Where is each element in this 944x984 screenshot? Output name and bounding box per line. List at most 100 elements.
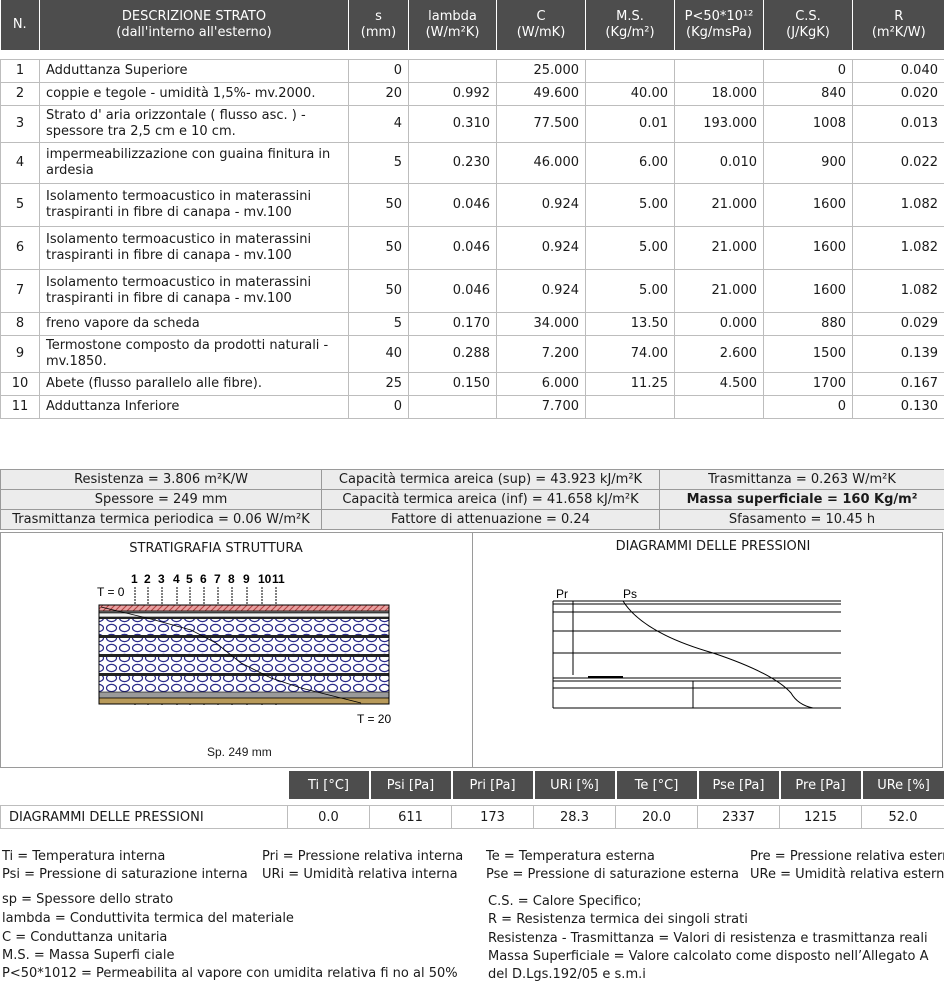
capacita-sup-value: Capacità termica areica (sup) = 43.923 k… [322, 470, 660, 490]
col-r: R(m²K/W) [853, 0, 944, 50]
layer-r-cell: 0.029 [853, 313, 944, 336]
layer-c-cell: 77.500 [497, 106, 586, 143]
layer-cs-cell: 0 [764, 396, 853, 419]
layer-number-label: 1 [131, 572, 138, 586]
layer-r-cell: 0.020 [853, 83, 944, 106]
pre-value: 1215 [780, 806, 862, 829]
pr-label: Pr [556, 587, 568, 601]
layer-ms-cell: 13.50 [586, 313, 675, 336]
table-header-row: N. DESCRIZIONE STRATO(dall'interno all'e… [1, 0, 944, 50]
layer-number-label: 8 [228, 572, 235, 586]
layer-number-label: 6 [200, 572, 207, 586]
layer-p-cell: 4.500 [675, 373, 764, 396]
layer-p-cell: 21.000 [675, 270, 764, 313]
layer-number-label: 9 [243, 572, 250, 586]
pressure-row-label: DIAGRAMMI DELLE PRESSIONI [1, 806, 288, 829]
layer-numbers: 1234567891011 [131, 572, 285, 586]
layer-s-cell: 20 [349, 83, 409, 106]
layer-desc-cell: Isolamento termoacustico in materassini … [40, 270, 349, 313]
layer-cs-cell: 880 [764, 313, 853, 336]
layer-cs-cell: 840 [764, 83, 853, 106]
col-descrizione: DESCRIZIONE STRATO(dall'interno all'este… [40, 0, 349, 50]
layer-c-cell: 34.000 [497, 313, 586, 336]
layer-p-cell: 21.000 [675, 227, 764, 270]
layers-body: 1Adduttanza Superiore025.00000.0402coppi… [1, 50, 944, 419]
diagrams-panel: STRATIGRAFIA STRUTTURA DIAGRAMMI DELLE P… [0, 532, 943, 768]
t-outside-label: T = 20 [357, 712, 391, 726]
col-p: P<50*10¹²(Kg/msPa) [675, 0, 764, 50]
layer-p-cell: 2.600 [675, 336, 764, 373]
layer-row: 4impermeabilizzazione con guaina finitur… [1, 143, 944, 184]
layer-row: 2coppie e tegole - umidità 1,5%- mv.2000… [1, 83, 944, 106]
massa-superficiale-value: Massa superficiale = 160 Kg/m² [660, 490, 944, 510]
layer-r-cell: 0.040 [853, 60, 944, 83]
legend-p: P<50*1012 = Permeabilita al vapore con u… [2, 965, 458, 983]
layer-cs-cell: 1500 [764, 336, 853, 373]
layer-n-cell: 11 [1, 396, 40, 419]
layer-cs-cell: 1700 [764, 373, 853, 396]
legend-massa: Massa Superficiale = Valore calcolato co… [488, 948, 928, 966]
col-psi: Psi [Pa] [370, 771, 452, 799]
layer-c-cell: 6.000 [497, 373, 586, 396]
layer-n-cell: 4 [1, 143, 40, 184]
layer-s-cell: 5 [349, 143, 409, 184]
layer-ms-cell [586, 396, 675, 419]
layer-ms-cell: 0.01 [586, 106, 675, 143]
legend-ure: URe = Umidità relativa esterna [750, 866, 944, 884]
layer-r-cell: 0.013 [853, 106, 944, 143]
layer-ms-cell: 5.00 [586, 184, 675, 227]
pse-value: 2337 [698, 806, 780, 829]
layer-p-cell: 0.000 [675, 313, 764, 336]
layer-number-label: 10 [258, 572, 272, 586]
layer-row: 8freno vapore da scheda50.17034.00013.50… [1, 313, 944, 336]
col-pse: Pse [Pa] [698, 771, 780, 799]
layer-row: 5Isolamento termoacustico in materassini… [1, 184, 944, 227]
layer-number-label: 11 [272, 572, 285, 586]
layer-p-cell: 0.010 [675, 143, 764, 184]
layer-number-label: 3 [158, 572, 165, 586]
layer-r-cell: 1.082 [853, 227, 944, 270]
layer-n-cell: 2 [1, 83, 40, 106]
layer-lambda-cell [409, 60, 497, 83]
ti-value: 0.0 [288, 806, 370, 829]
layer-ms-cell [586, 60, 675, 83]
ps-label: Ps [623, 587, 637, 601]
layer-n-cell: 7 [1, 270, 40, 313]
col-c: C(W/mK) [497, 0, 586, 50]
layer-n-cell: 8 [1, 313, 40, 336]
layer-r-cell: 1.082 [853, 184, 944, 227]
layer-s-cell: 25 [349, 373, 409, 396]
layer-lambda-cell: 0.046 [409, 270, 497, 313]
legend-r: R = Resistenza termica dei singoli strat… [488, 911, 748, 929]
layer-lambda-cell: 0.992 [409, 83, 497, 106]
legend-pre: Pre = Pressione relativa esterna [750, 848, 944, 866]
legend-res-tra: Resistenza - Trasmittanza = Valori di re… [488, 930, 928, 948]
layer-lambda-cell: 0.230 [409, 143, 497, 184]
layer-desc-cell: Adduttanza Inferiore [40, 396, 349, 419]
layer-ms-cell: 5.00 [586, 227, 675, 270]
layer-cs-cell: 1600 [764, 270, 853, 313]
legend-sp: sp = Spessore dello strato [2, 891, 173, 909]
layer-row: 7Isolamento termoacustico in materassini… [1, 270, 944, 313]
pressure-header-row: Ti [°C] Psi [Pa] Pri [Pa] URi [%] Te [°C… [1, 771, 944, 799]
layer-desc-cell: coppie e tegole - umidità 1,5%- mv.2000. [40, 83, 349, 106]
layer-c-cell: 7.200 [497, 336, 586, 373]
layer-row: 1Adduttanza Superiore025.00000.040 [1, 60, 944, 83]
pressure-table: Ti [°C] Psi [Pa] Pri [Pa] URi [%] Te [°C… [0, 771, 944, 829]
legend-pri: Pri = Pressione relativa interna [262, 848, 463, 866]
trasmittanza-periodica-value: Trasmittanza termica periodica = 0.06 W/… [1, 510, 322, 530]
layer-number-label: 4 [173, 572, 180, 586]
layer-ms-cell: 74.00 [586, 336, 675, 373]
layer-s-cell: 5 [349, 313, 409, 336]
layer-cs-cell: 900 [764, 143, 853, 184]
fattore-attenuazione-value: Fattore di attenuazione = 0.24 [322, 510, 660, 530]
layer-cs-cell: 0 [764, 60, 853, 83]
layer-lambda-cell: 0.170 [409, 313, 497, 336]
layer-p-cell: 193.000 [675, 106, 764, 143]
layer-c-cell: 46.000 [497, 143, 586, 184]
layer-p-cell [675, 396, 764, 419]
layer-n-cell: 5 [1, 184, 40, 227]
thickness-label: Sp. 249 mm [207, 745, 272, 759]
layer-row: 6Isolamento termoacustico in materassini… [1, 227, 944, 270]
legend-te: Te = Temperatura esterna [486, 848, 655, 866]
